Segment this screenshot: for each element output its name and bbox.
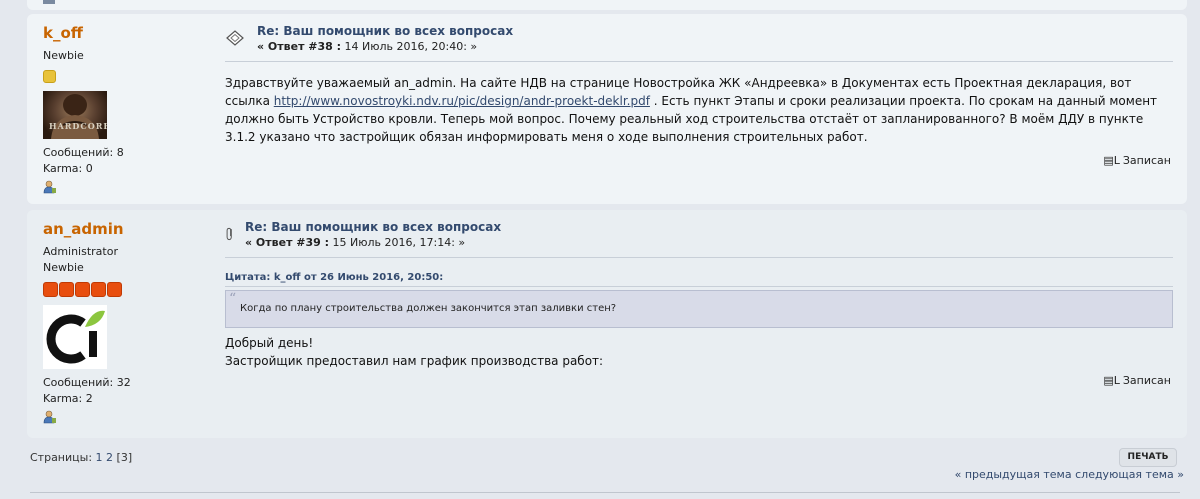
- topic-navigation: « предыдущая тема следующая тема »: [955, 468, 1184, 481]
- avatar-image: [51, 94, 99, 139]
- reported-status: ▤L Записан: [1103, 374, 1171, 387]
- rank-star-icon: [43, 70, 56, 83]
- poster-info: an_admin Administrator Newbie Сообщений:…: [43, 220, 203, 424]
- next-topic-link[interactable]: следующая тема »: [1075, 468, 1184, 481]
- reported-icon: ▤L: [1103, 154, 1120, 167]
- reported-label: Записан: [1122, 154, 1171, 167]
- page-link-1[interactable]: 1: [96, 451, 103, 464]
- post-meta: « Ответ #38 : 14 Июль 2016, 20:40: »: [257, 40, 1173, 53]
- post-38: k_off Newbie HARDCORE Сообщений: 8 Karma…: [27, 14, 1187, 204]
- avatar-text: HARDCORE: [49, 121, 107, 131]
- avatar-logo: [46, 310, 105, 364]
- post-subject-link[interactable]: Re: Ваш помощник во всех вопросах: [257, 24, 1173, 38]
- topic-arrow-icon: [226, 30, 244, 46]
- quote-block: “ Когда по плану строительства должен за…: [225, 290, 1173, 328]
- profile-icon[interactable]: [43, 0, 55, 4]
- rank-star-icon: [107, 282, 122, 297]
- post-text: Здравствуйте уважаемый an_admin. На сайт…: [225, 74, 1173, 146]
- quote-header[interactable]: Цитата: k_off от 26 Июнь 2016, 20:50:: [225, 272, 1173, 287]
- karma: Karma: 0: [43, 162, 93, 175]
- current-page: [3]: [116, 451, 133, 464]
- rank-star-icon: [43, 282, 58, 297]
- quote-mark-icon: “: [229, 291, 237, 307]
- post-date: 15 Июль 2016, 17:14: »: [332, 236, 466, 249]
- member-group: Administrator: [43, 245, 118, 258]
- profile-icon[interactable]: [43, 410, 57, 424]
- username-link[interactable]: k_off: [43, 24, 203, 42]
- page-link-2[interactable]: 2: [106, 451, 113, 464]
- post-text: Добрый день! Застройщик предоставил нам …: [225, 334, 1173, 370]
- post-subject-link[interactable]: Re: Ваш помощник во всех вопросах: [245, 220, 1173, 234]
- rank-star-icon: [59, 282, 74, 297]
- profile-icon[interactable]: [43, 180, 57, 194]
- post-count: Сообщений: 8: [43, 146, 124, 159]
- previous-post-sliver: [27, 0, 1187, 10]
- avatar: HARDCORE: [43, 91, 107, 139]
- post-count: Сообщений: 32: [43, 376, 131, 389]
- member-rank: Newbie: [43, 49, 84, 62]
- post-header: Re: Ваш помощник во всех вопросах « Отве…: [257, 24, 1173, 53]
- karma: Karma: 2: [43, 392, 93, 405]
- post-meta: « Ответ #39 : 15 Июль 2016, 17:14: »: [245, 236, 1173, 249]
- reply-number: « Ответ #38 :: [257, 40, 342, 53]
- footer-divider: [30, 492, 1180, 493]
- post-divider: [225, 257, 1173, 258]
- reply-number: « Ответ #39 :: [245, 236, 330, 249]
- forum-thread-page: k_off Newbie HARDCORE Сообщений: 8 Karma…: [0, 0, 1200, 499]
- post-39: an_admin Administrator Newbie Сообщений:…: [27, 210, 1187, 438]
- pagination: Страницы: 1 2 [3]: [30, 451, 132, 464]
- username-link[interactable]: an_admin: [43, 220, 203, 238]
- post-text-line: Добрый день!: [225, 336, 314, 350]
- poster-info: k_off Newbie HARDCORE Сообщений: 8 Karma…: [43, 24, 203, 194]
- avatar: [43, 305, 107, 369]
- reported-status: ▤L Записан: [1103, 154, 1171, 167]
- quote-text: Когда по плану строительства должен зако…: [240, 303, 617, 314]
- paperclip-icon: [226, 227, 232, 241]
- post-header: Re: Ваш помощник во всех вопросах « Отве…: [245, 220, 1173, 249]
- post-content: Re: Ваш помощник во всех вопросах « Отве…: [225, 220, 1173, 370]
- post-date: 14 Июль 2016, 20:40: »: [344, 40, 478, 53]
- pagination-label: Страницы:: [30, 451, 93, 464]
- previous-topic-link[interactable]: « предыдущая тема: [955, 468, 1072, 481]
- rank-star-icon: [91, 282, 106, 297]
- rank-stars: [43, 70, 203, 83]
- rank-stars: [43, 282, 203, 297]
- post-text-line: Застройщик предоставил нам график произв…: [225, 354, 604, 368]
- print-button[interactable]: ПЕЧАТЬ: [1119, 448, 1177, 467]
- reported-label: Записан: [1122, 374, 1171, 387]
- member-rank: Newbie: [43, 261, 84, 274]
- post-content: Re: Ваш помощник во всех вопросах « Отве…: [225, 24, 1173, 146]
- reported-icon: ▤L: [1103, 374, 1120, 387]
- post-divider: [225, 61, 1173, 62]
- document-link[interactable]: http://www.novostroyki.ndv.ru/pic/design…: [274, 94, 650, 108]
- rank-star-icon: [75, 282, 90, 297]
